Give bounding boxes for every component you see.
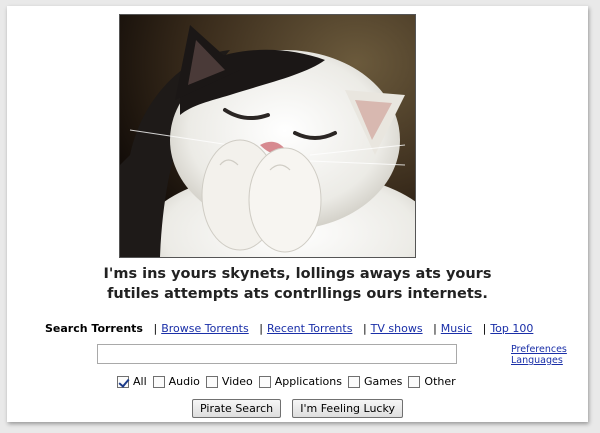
category-label-all: All bbox=[133, 375, 147, 388]
category-label-games: Games bbox=[363, 375, 403, 388]
category-label-applications: Applications bbox=[274, 375, 342, 388]
nav-link-music[interactable]: Music bbox=[441, 322, 472, 335]
category-video[interactable]: Video bbox=[205, 375, 253, 388]
preferences-link[interactable]: Preferences bbox=[511, 344, 567, 355]
cat-illustration bbox=[120, 15, 415, 257]
side-links: Preferences Languages bbox=[511, 344, 567, 366]
nav-link-browse-torrents[interactable]: Browse Torrents bbox=[161, 322, 249, 335]
checkbox-other[interactable] bbox=[408, 375, 421, 388]
search-nav: Search Torrents | Browse Torrents | Recent… bbox=[45, 322, 534, 335]
search-input[interactable] bbox=[97, 344, 457, 364]
category-filters: All Audio Video Applications Games Other bbox=[117, 375, 462, 388]
category-audio[interactable]: Audio bbox=[152, 375, 200, 388]
category-all[interactable]: All bbox=[117, 375, 147, 388]
checkbox-applications[interactable] bbox=[258, 375, 271, 388]
category-label-other: Other bbox=[424, 375, 456, 388]
nav-current-search-torrents: Search Torrents bbox=[45, 322, 143, 335]
caption-line-2: futiles attempts ats contrllings ours in… bbox=[107, 286, 488, 302]
lolcat-caption: I'ms ins yours skynets, lollings aways a… bbox=[7, 264, 588, 304]
lolcat-image bbox=[119, 14, 416, 258]
category-games[interactable]: Games bbox=[347, 375, 403, 388]
nav-link-tv-shows[interactable]: TV shows bbox=[371, 322, 423, 335]
checkbox-audio[interactable] bbox=[152, 375, 165, 388]
category-applications[interactable]: Applications bbox=[258, 375, 342, 388]
checkbox-video[interactable] bbox=[205, 375, 218, 388]
category-label-audio: Audio bbox=[168, 375, 200, 388]
nav-link-top-100[interactable]: Top 100 bbox=[490, 322, 533, 335]
nav-link-recent-torrents[interactable]: Recent Torrents bbox=[267, 322, 353, 335]
category-other[interactable]: Other bbox=[408, 375, 456, 388]
languages-link[interactable]: Languages bbox=[511, 355, 567, 366]
caption-line-1: I'ms ins yours skynets, lollings aways a… bbox=[103, 266, 492, 282]
feeling-lucky-button[interactable]: I'm Feeling Lucky bbox=[292, 399, 403, 418]
pirate-search-button[interactable]: Pirate Search bbox=[192, 399, 282, 418]
category-label-video: Video bbox=[221, 375, 253, 388]
checkbox-games[interactable] bbox=[347, 375, 360, 388]
page-frame: I'ms ins yours skynets, lollings aways a… bbox=[7, 6, 588, 422]
checkbox-all[interactable] bbox=[117, 375, 129, 388]
search-buttons: Pirate Search I'm Feeling Lucky bbox=[7, 397, 588, 418]
